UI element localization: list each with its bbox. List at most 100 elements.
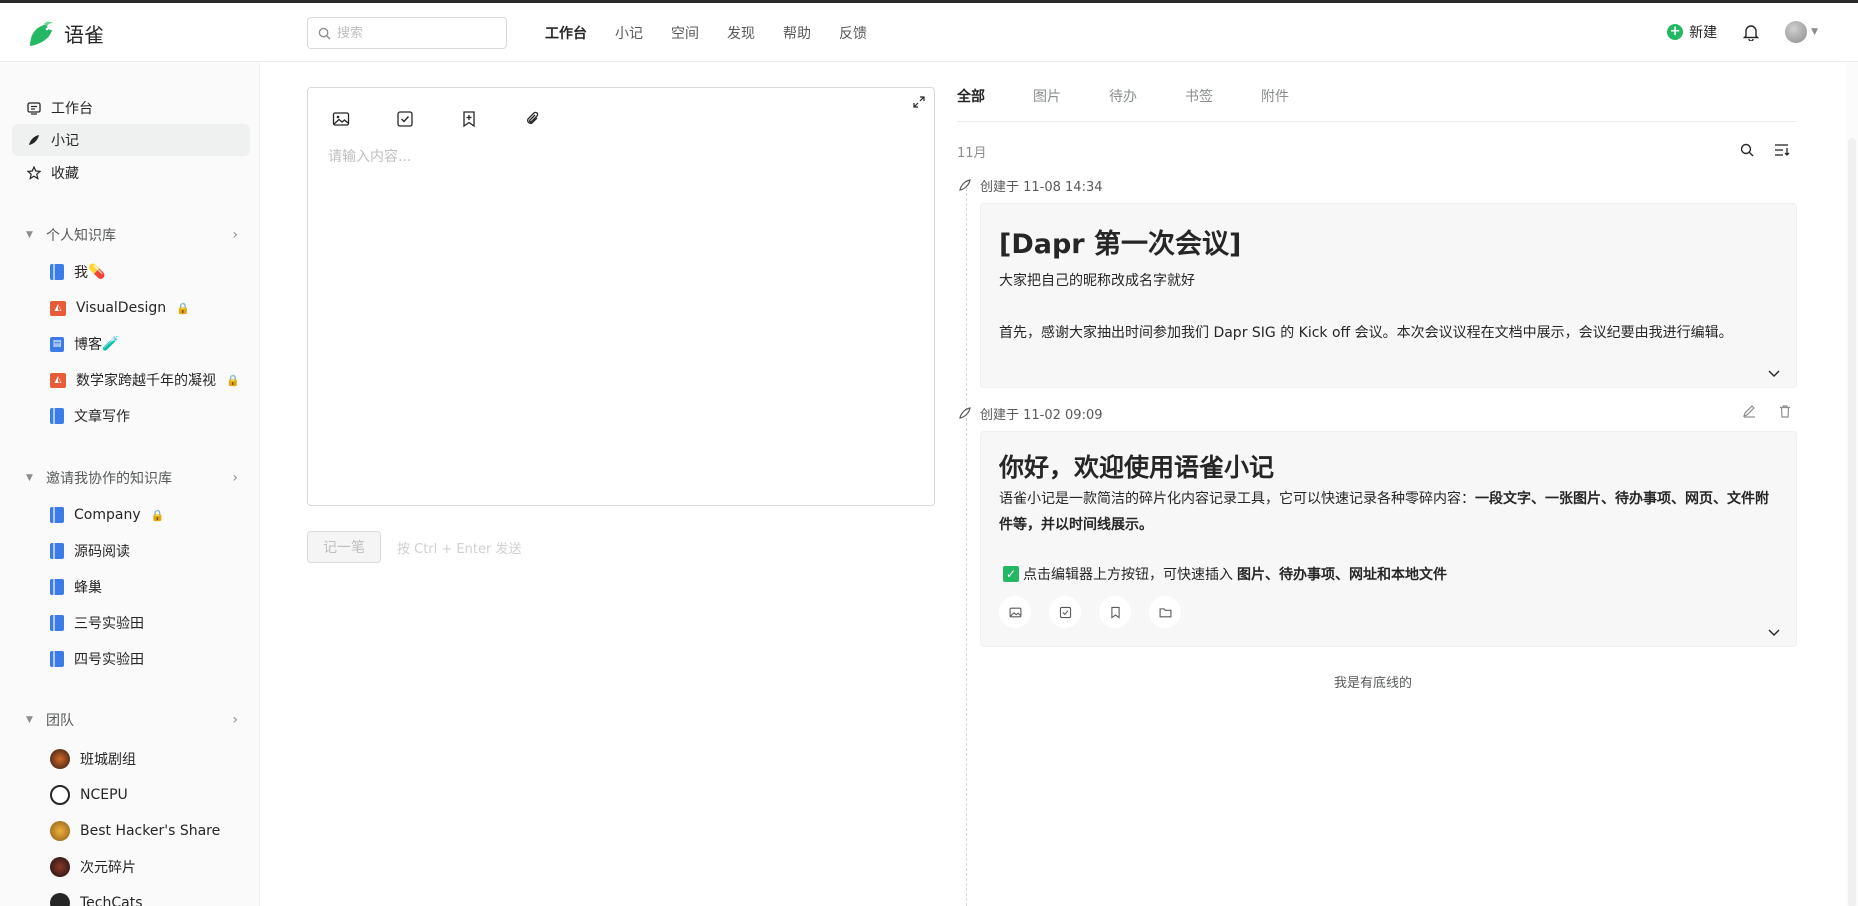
insert-bookmark-button[interactable] <box>460 110 478 128</box>
workbench-icon <box>27 102 41 115</box>
section-invited-libraries[interactable]: ▼ 邀请我协作的知识库 › <box>26 467 238 489</box>
nav-notes[interactable]: 小记 <box>615 23 643 43</box>
caret-down-icon: ▼ <box>1811 27 1818 37</box>
blog-icon: ▤ <box>50 336 64 352</box>
editor-toolbar <box>332 110 542 128</box>
library-item-lab-3[interactable]: 三号实验田 <box>50 611 144 635</box>
book-icon <box>50 507 64 523</box>
feed-search-button[interactable] <box>1740 143 1754 161</box>
tab-images[interactable]: 图片 <box>1033 86 1109 121</box>
note-title: 你好，欢迎使用语雀小记 <box>999 453 1275 482</box>
library-item-visualdesign[interactable]: ◭ VisualDesign 🔒 <box>50 296 190 320</box>
book-icon <box>50 264 64 280</box>
insert-image-button[interactable] <box>332 110 350 128</box>
new-button[interactable]: + 新建 <box>1667 22 1717 42</box>
app-logo[interactable]: 语雀 <box>26 19 104 48</box>
bell-icon[interactable] <box>1743 23 1760 41</box>
top-nav: 工作台 小记 空间 发现 帮助 反馈 <box>545 23 867 43</box>
demo-todo-button[interactable] <box>1049 596 1081 628</box>
chevron-down-icon[interactable] <box>1768 629 1780 637</box>
library-label: 四号实验田 <box>74 652 144 668</box>
library-item-company[interactable]: Company 🔒 <box>50 503 164 527</box>
library-item-blog[interactable]: ▤ 博客 🧪 <box>50 332 119 356</box>
nav-spaces[interactable]: 空间 <box>671 23 699 43</box>
team-avatar <box>50 785 70 805</box>
library-item-lab-4[interactable]: 四号实验田 <box>50 647 144 671</box>
delete-note-button[interactable] <box>1778 404 1792 422</box>
team-item[interactable]: 班城剧组 <box>50 747 136 771</box>
collapse-triangle-icon: ▼ <box>26 473 33 483</box>
collapse-triangle-icon: ▼ <box>26 715 33 725</box>
search-icon <box>1740 143 1754 157</box>
library-label: VisualDesign <box>76 300 167 316</box>
send-note-button[interactable]: 记一笔 <box>307 531 381 563</box>
note-content-input[interactable] <box>328 146 908 486</box>
tab-todos[interactable]: 待办 <box>1109 86 1185 121</box>
folder-icon <box>1159 607 1171 617</box>
team-item[interactable]: NCEPU <box>50 783 128 807</box>
edit-icon <box>1743 405 1755 418</box>
nav-help[interactable]: 帮助 <box>783 23 811 43</box>
nav-workbench[interactable]: 工作台 <box>545 23 587 43</box>
team-item[interactable]: 次元碎片 <box>50 855 136 879</box>
checkbox-icon <box>1059 606 1071 618</box>
team-item[interactable]: Best Hacker's Share <box>50 819 220 843</box>
lock-icon: 🔒 <box>226 373 240 387</box>
book-icon <box>50 543 64 559</box>
send-shortcut-hint: 按 Ctrl + Enter 发送 <box>397 542 522 557</box>
scrollbar-thumb[interactable] <box>1848 138 1856 906</box>
expand-icon[interactable] <box>913 96 925 108</box>
tab-attachments[interactable]: 附件 <box>1261 86 1337 121</box>
sidebar-item-label: 工作台 <box>51 101 93 117</box>
checkbox-checked-icon[interactable]: ✓ <box>1003 566 1019 582</box>
paperclip-icon <box>527 111 539 124</box>
chevron-down-icon[interactable] <box>1768 370 1780 378</box>
search-input[interactable] <box>337 25 497 41</box>
nav-discover[interactable]: 发现 <box>727 23 755 43</box>
pill-emoji: 💊 <box>88 264 106 280</box>
book-icon <box>50 651 64 667</box>
library-label: 我 <box>74 265 88 281</box>
edit-note-button[interactable] <box>1742 404 1756 422</box>
note-title: [Dapr 第一次会议] <box>999 229 1242 260</box>
demo-image-button[interactable] <box>999 596 1031 628</box>
library-item-hive[interactable]: 蜂巢 <box>50 575 102 599</box>
feed-sort-button[interactable] <box>1774 143 1790 161</box>
user-menu[interactable]: ▼ <box>1785 21 1818 43</box>
library-item-writing[interactable]: 文章写作 <box>50 404 130 428</box>
nav-feedback[interactable]: 反馈 <box>839 23 867 43</box>
demo-bookmark-button[interactable] <box>1099 596 1131 628</box>
demo-folder-button[interactable] <box>1149 596 1181 628</box>
team-avatar <box>50 857 70 877</box>
library-item-source-reading[interactable]: 源码阅读 <box>50 539 130 563</box>
chevron-right-icon[interactable]: › <box>232 227 238 243</box>
lock-icon: 🔒 <box>176 301 190 315</box>
feed-tabs: 全部 图片 待办 书签 附件 <box>957 86 1797 122</box>
tab-bookmarks[interactable]: 书签 <box>1185 86 1261 121</box>
insert-todo-button[interactable] <box>396 110 414 128</box>
chevron-right-icon[interactable]: › <box>232 470 238 486</box>
tab-all[interactable]: 全部 <box>957 86 1033 121</box>
note-card[interactable]: 你好，欢迎使用语雀小记 语雀小记是一款简洁的碎片化内容记录工具，它可以快速记录各… <box>980 431 1797 647</box>
app-name: 语雀 <box>64 23 104 47</box>
section-teams[interactable]: ▼ 团队 › <box>26 709 238 731</box>
team-item[interactable]: TechCats <box>50 891 143 906</box>
search-box[interactable] <box>307 17 507 49</box>
library-item-math[interactable]: ◭ 数学家跨越千年的凝视 🔒 <box>50 368 240 392</box>
todo-item[interactable]: ✓ 点击编辑器上方按钮，可快速插入 图片、待办事项、网址和本地文件 <box>1003 564 1447 584</box>
scrollbar[interactable] <box>1846 63 1858 906</box>
sidebar-item-notes[interactable]: 小记 <box>12 124 250 156</box>
note-meta: 创建于 11-08 14:34 <box>958 175 1103 195</box>
sidebar-item-favorites[interactable]: 收藏 <box>12 157 250 189</box>
team-avatar <box>50 749 70 769</box>
team-label: TechCats <box>80 895 143 906</box>
library-item-me[interactable]: 我 💊 <box>50 260 105 284</box>
note-editor <box>307 87 935 506</box>
note-card[interactable]: [Dapr 第一次会议] 大家把自己的昵称改成名字就好 首先，感谢大家抽出时间参… <box>980 203 1797 388</box>
sidebar-item-workbench[interactable]: 工作台 <box>12 92 250 124</box>
library-label: 三号实验田 <box>74 616 144 632</box>
section-personal-library[interactable]: ▼ 个人知识库 › <box>26 224 238 246</box>
chevron-right-icon[interactable]: › <box>232 712 238 728</box>
insert-attachment-button[interactable] <box>524 110 542 128</box>
library-label: 文章写作 <box>74 409 130 425</box>
